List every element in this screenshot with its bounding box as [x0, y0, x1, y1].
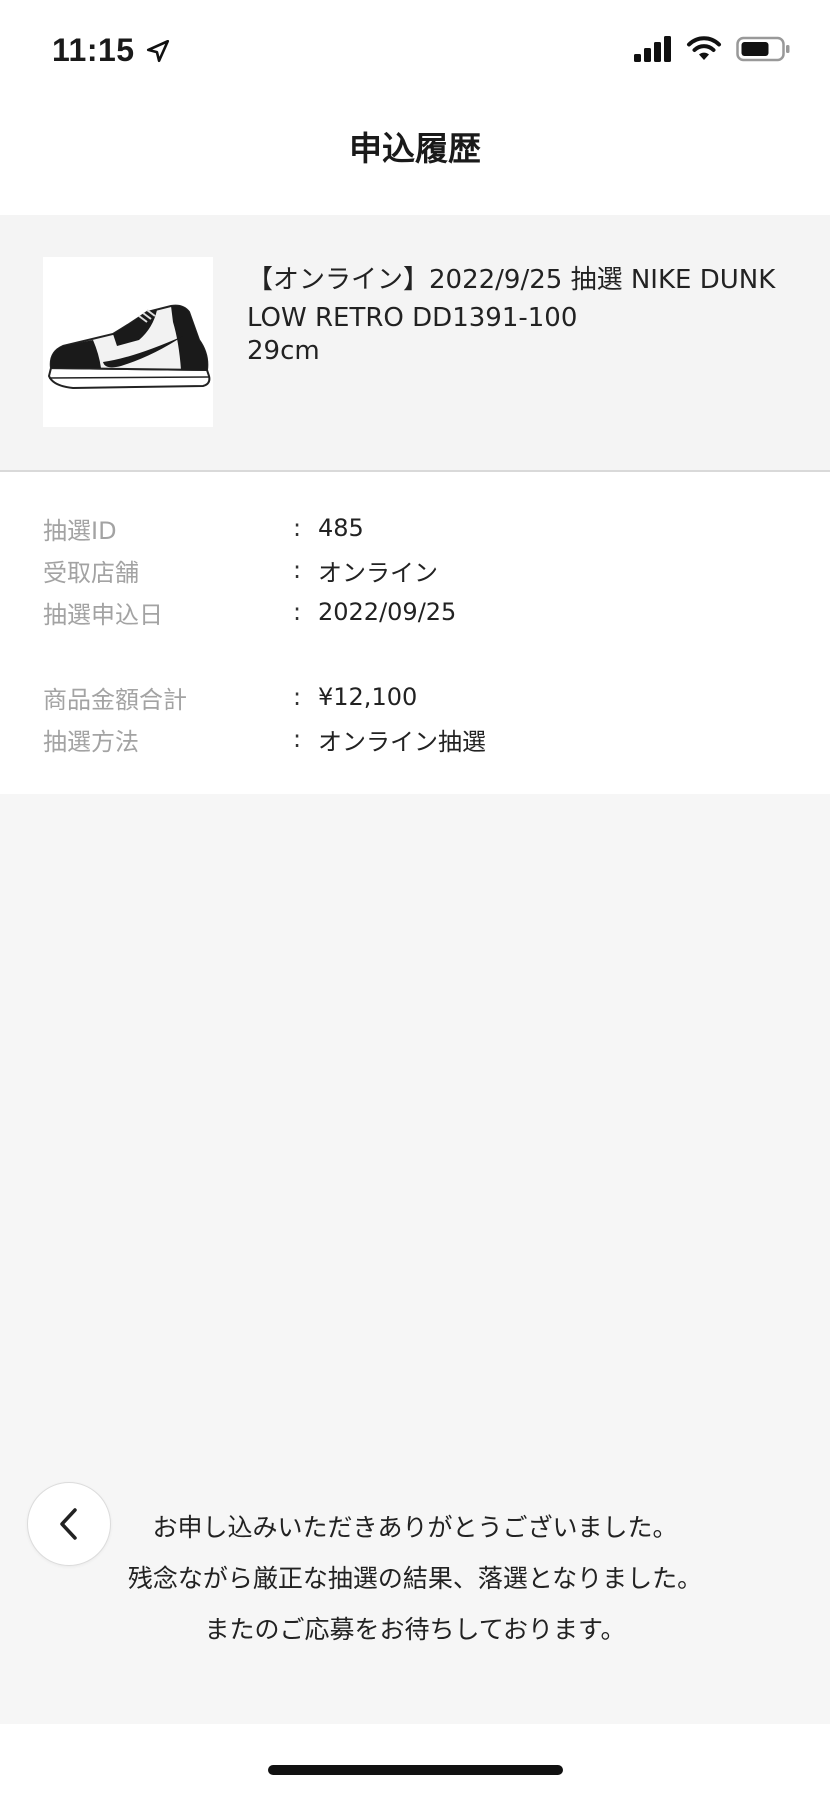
- wifi-icon: [687, 36, 721, 60]
- sneaker-image-icon: [47, 304, 211, 390]
- detail-row-lottery-method: 抽選方法 : オンライン抽選: [43, 721, 803, 757]
- detail-value: 2022/09/25: [318, 598, 457, 626]
- detail-row-application-date: 抽選申込日 : 2022/09/25: [43, 594, 803, 630]
- result-message-line1: お申し込みいただきありがとうございました。: [152, 1513, 678, 1542]
- detail-value: 485: [318, 514, 364, 542]
- status-time: 11:15: [52, 32, 171, 69]
- detail-label: 抽選申込日: [43, 600, 163, 629]
- detail-separator: :: [293, 725, 302, 753]
- detail-separator: :: [293, 514, 302, 542]
- lottery-details: 抽選ID : 485 受取店舗 : オンライン 抽選申込日 : 2022/09/…: [0, 472, 830, 794]
- product-image: [43, 257, 213, 427]
- detail-row-total-price: 商品金額合計 : ¥12,100: [43, 679, 803, 715]
- detail-value: ¥12,100: [318, 683, 418, 711]
- product-title-line1: 【オンライン】2022/9/25 抽選 NIKE DUNK: [247, 265, 776, 295]
- product-info: 【オンライン】2022/9/25 抽選 NIKE DUNK LOW RETRO …: [247, 261, 807, 365]
- result-message-line3: またのご応募をお待ちしております。: [204, 1615, 626, 1644]
- detail-label: 抽選ID: [43, 516, 117, 545]
- detail-value: オンライン: [318, 558, 438, 587]
- product-size: 29cm: [247, 336, 320, 366]
- bottom-safe-area: [0, 1724, 830, 1796]
- product-title-line2: LOW RETRO DD1391-100: [247, 303, 578, 333]
- detail-label: 受取店舗: [43, 558, 139, 587]
- detail-value: オンライン抽選: [318, 727, 486, 756]
- product-panel: 【オンライン】2022/9/25 抽選 NIKE DUNK LOW RETRO …: [0, 215, 830, 472]
- cellular-signal-icon: [634, 36, 671, 62]
- status-bar: 11:15: [0, 0, 830, 100]
- detail-label: 商品金額合計: [43, 685, 187, 714]
- battery-icon: [736, 36, 790, 62]
- status-icons: [634, 36, 790, 62]
- result-message-line2: 残念ながら厳正な抽選の結果、落選となりました。: [127, 1564, 703, 1593]
- location-arrow-icon: [146, 39, 169, 62]
- detail-row-lottery-id: 抽選ID : 485: [43, 510, 803, 546]
- detail-label: 抽選方法: [43, 727, 139, 756]
- detail-separator: :: [293, 683, 302, 711]
- clock-text: 11:15: [52, 32, 135, 68]
- detail-row-pickup-store: 受取店舗 : オンライン: [43, 552, 803, 588]
- detail-separator: :: [293, 598, 302, 626]
- home-indicator[interactable]: [268, 1765, 563, 1775]
- detail-separator: :: [293, 556, 302, 584]
- page-title: 申込履歴: [349, 129, 481, 168]
